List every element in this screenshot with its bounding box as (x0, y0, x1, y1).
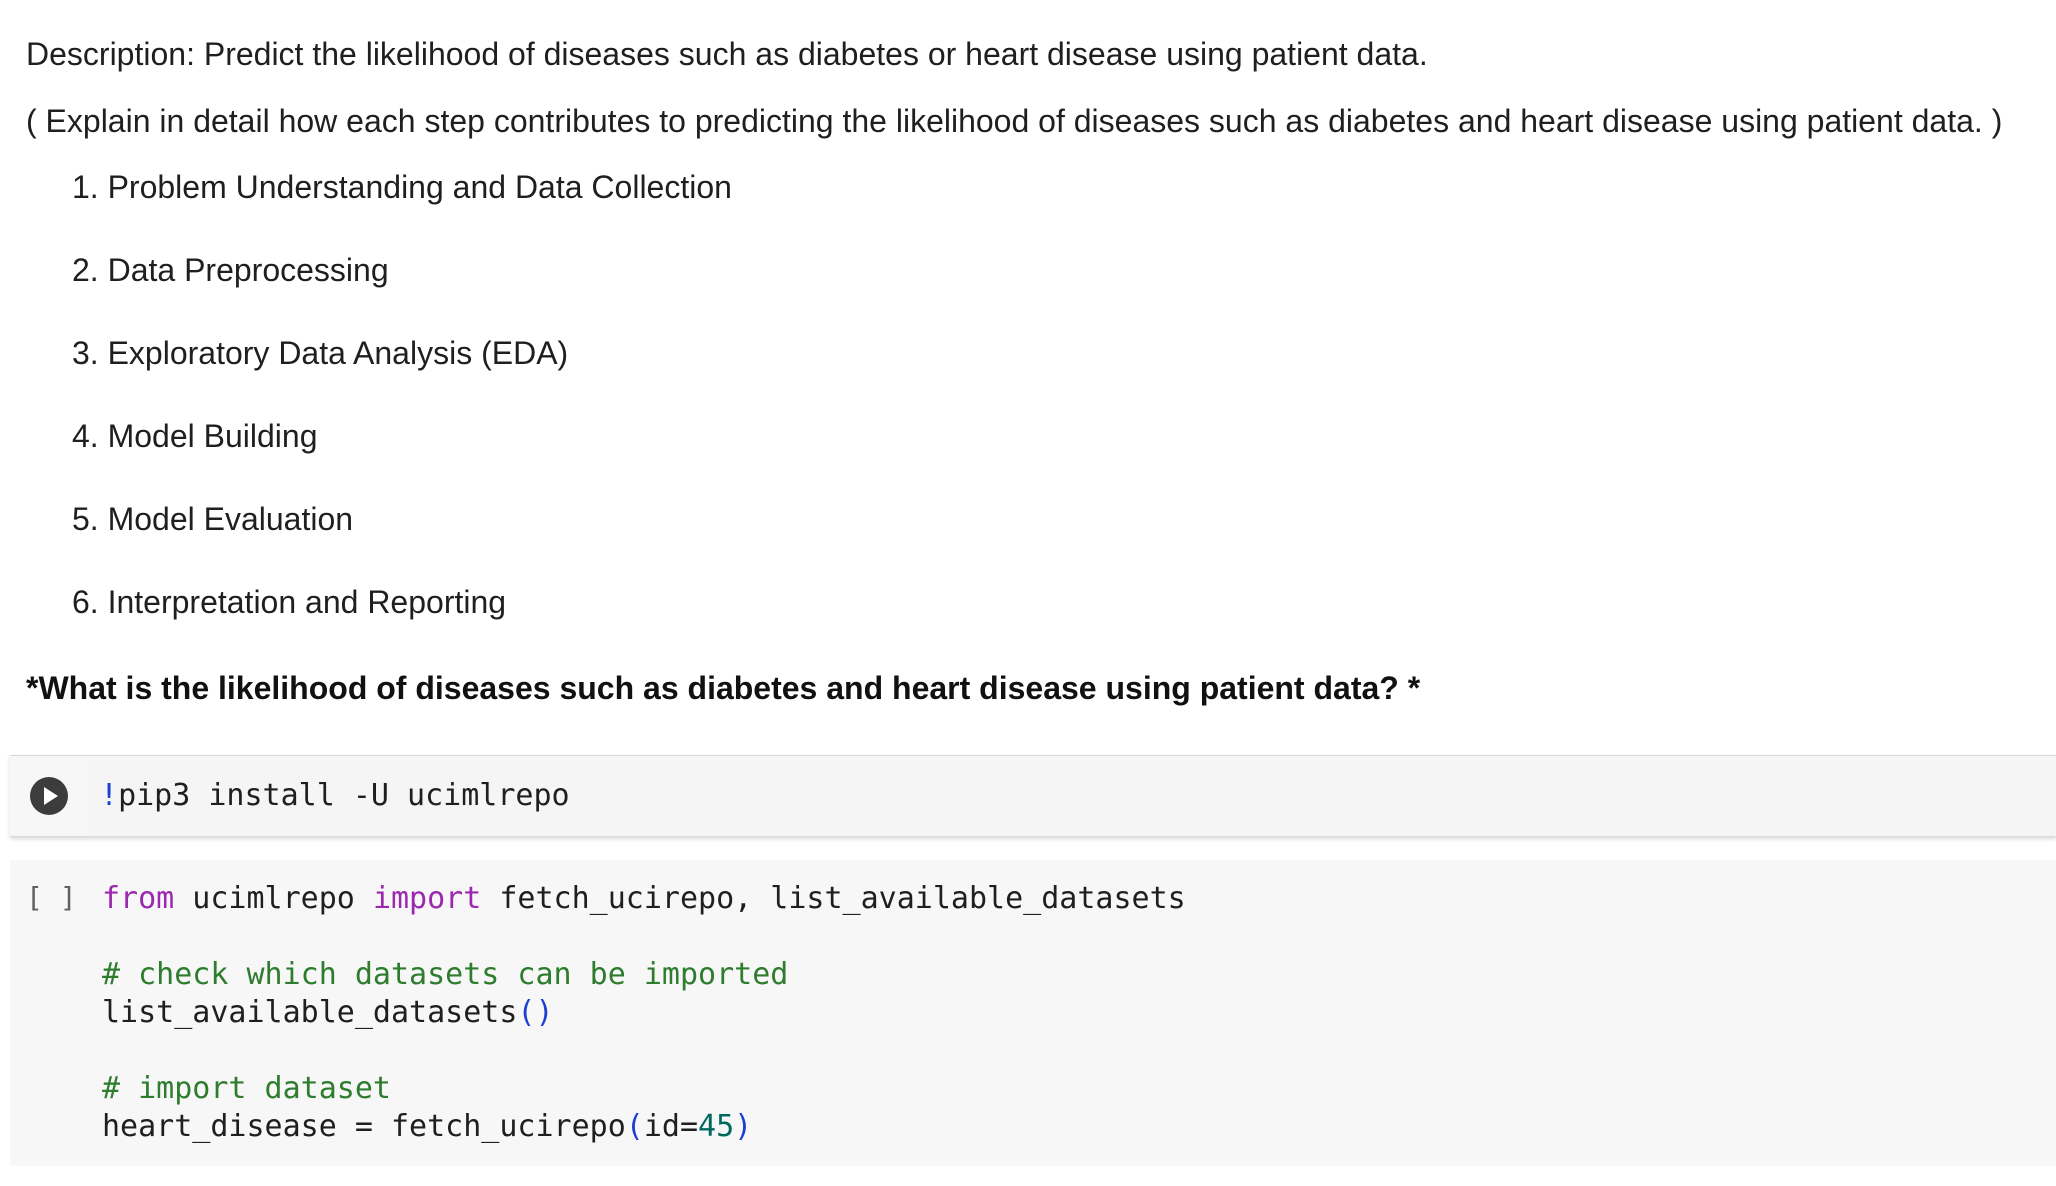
parens: () (517, 995, 554, 1030)
code-cell-install[interactable]: !pip3 install -U ucimlrepo (10, 755, 2056, 837)
step-item: 4. Model Building (72, 418, 318, 454)
code-line: heart_disease = fetch_ucirepo(id=45) (102, 1108, 1186, 1146)
function-call: list_available_datasets (102, 995, 518, 1030)
code-cell-import[interactable]: [ ] from ucimlrepo import fetch_ucirepo,… (10, 860, 2056, 1166)
code-editor[interactable]: from ucimlrepo import fetch_ucirepo, lis… (102, 880, 1186, 1146)
assignment: heart_disease = fetch_ucirepo (102, 1109, 626, 1144)
paren-open: ( (625, 1109, 644, 1144)
code-text: !pip3 install -U ucimlrepo (100, 777, 570, 815)
steps-list: 1. Problem Understanding and Data Collec… (72, 167, 732, 665)
shell-command: pip3 install -U ucimlrepo (118, 778, 570, 813)
keyword-import: import (372, 881, 482, 916)
code-line: list_available_datasets() (102, 994, 1186, 1032)
shell-bang: ! (100, 778, 119, 813)
code-comment: # check which datasets can be imported (102, 957, 789, 992)
argument-name: id= (643, 1109, 699, 1144)
cell-gutter (10, 756, 88, 836)
code-line: from ucimlrepo import fetch_ucirepo, lis… (102, 880, 1186, 918)
code-comment: # import dataset (102, 1071, 391, 1106)
question-heading: *What is the likelihood of diseases such… (26, 670, 1421, 706)
description-text: Description: Predict the likelihood of d… (26, 36, 1428, 72)
play-icon[interactable] (30, 777, 68, 815)
step-item: 1. Problem Understanding and Data Collec… (72, 169, 732, 205)
module-name: ucimlrepo (174, 881, 373, 916)
execution-count[interactable]: [ ] (26, 880, 77, 916)
step-item: 2. Data Preprocessing (72, 252, 389, 288)
paren-close: ) (734, 1109, 753, 1144)
import-names: fetch_ucirepo, list_available_datasets (481, 881, 1186, 916)
argument-value: 45 (698, 1109, 735, 1144)
step-item: 6. Interpretation and Reporting (72, 584, 507, 620)
step-item: 5. Model Evaluation (72, 501, 354, 537)
keyword-from: from (102, 881, 175, 916)
explanation-text: ( Explain in detail how each step contri… (26, 103, 2003, 139)
code-editor[interactable]: !pip3 install -U ucimlrepo (88, 756, 2056, 836)
step-item: 3. Exploratory Data Analysis (EDA) (72, 335, 569, 371)
